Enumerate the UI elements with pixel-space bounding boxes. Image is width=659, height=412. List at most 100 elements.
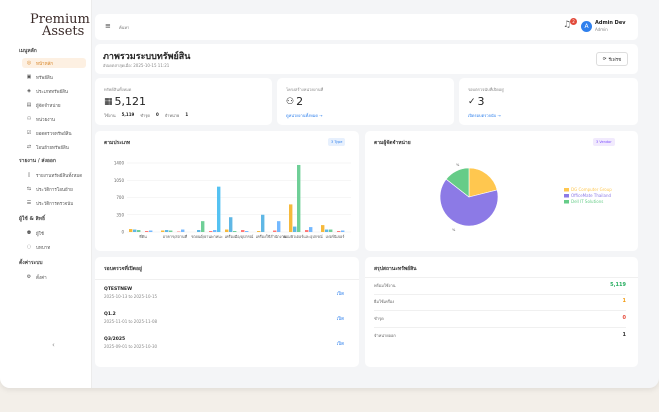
- inspection-dates: 2025-10-13 to 2025-10-15: [104, 294, 158, 299]
- bar: [165, 230, 169, 232]
- sidebar-item-label: ผู้ใช้: [36, 231, 44, 237]
- user-role: Admin: [595, 27, 608, 32]
- inspection-name: QTESTNEW: [104, 287, 133, 292]
- refresh-label: รีเฟรช: [608, 57, 622, 63]
- bar: [233, 231, 237, 232]
- summary-key: พร้อมใช้งาน: [374, 283, 396, 288]
- sidebar-item-inspections[interactable]: ☑ ยอดตรวจทรัพย์สิน: [22, 128, 86, 138]
- stat-label: โครงสร้างหน่วยงานที่: [286, 87, 324, 92]
- detail-value: 0: [155, 112, 159, 117]
- sidebar-item-transfer-history[interactable]: ⇆ ประวัติการโอนย้าย: [22, 184, 86, 194]
- stat-number: 5,121: [114, 95, 147, 108]
- page-subtitle: อัปเดตล่าสุดเมื่อ: 2025-10-15 11:21: [103, 63, 170, 68]
- open-inspection-button[interactable]: เปิด: [337, 340, 344, 347]
- bar: [241, 230, 245, 232]
- stat-label: ทรัพย์สินทั้งหมด: [104, 87, 132, 92]
- open-inspection-button[interactable]: เปิด: [337, 315, 344, 322]
- bar: [197, 230, 201, 232]
- sidebar-item-asset-types[interactable]: ◈ ประเภททรัพย์สิน: [22, 86, 86, 96]
- summary-row: ยืมใช้เครื่อง 1: [374, 298, 626, 308]
- refresh-button[interactable]: ⟳ รีเฟรช: [596, 52, 628, 66]
- sidebar-item-label: หน้าหลัก: [36, 61, 54, 67]
- summary-value: 1: [622, 332, 626, 338]
- sidebar-item-vendors[interactable]: ▤ ผู้จัดจำหน่าย: [22, 100, 86, 110]
- bar: [257, 231, 261, 232]
- open-inspection-link[interactable]: เปิดรอบตรวจนับ →: [468, 112, 501, 119]
- sidebar-item-dashboard[interactable]: ◎ หน้าหลัก: [22, 58, 86, 68]
- legend-swatch: [564, 194, 569, 198]
- sidebar-item-departments[interactable]: ⚇ หน่วยงาน: [22, 114, 86, 124]
- detail-value: 5,119: [121, 112, 135, 117]
- detail-key: ชำรุด: [140, 113, 150, 118]
- bar: [217, 186, 221, 232]
- bar: [305, 230, 309, 232]
- inspections-title: รอบตรวจที่เปิดอยู่: [104, 266, 142, 272]
- sidebar-item-assets[interactable]: ▣ ทรัพย์สิน: [22, 72, 86, 82]
- bar: [321, 225, 325, 232]
- sidebar-item-label: หน่วยงาน: [36, 117, 56, 123]
- inspection-dates: 2025-11-01 to 2025-11-08: [104, 319, 158, 324]
- legend-label: Dell IT Solutions: [571, 199, 603, 204]
- collapse-sidebar-button[interactable]: ‹: [52, 341, 55, 349]
- bar: [161, 230, 165, 232]
- menu-toggle-icon[interactable]: ≡: [105, 22, 111, 30]
- bar: [201, 221, 205, 232]
- bar: [297, 164, 301, 232]
- org-icon: ⚇: [286, 96, 295, 107]
- summary-row: ชำรุด 0: [374, 315, 626, 325]
- chart-card-by-vendor: ตามผู้จัดจำหน่าย 3 Vendor %% DG Computer …: [365, 131, 638, 251]
- bar: [133, 229, 137, 232]
- app-window: Premium Assets เมนูหลัก ◎ หน้าหลัก ▣ ทรัพย…: [0, 0, 659, 388]
- divider: [95, 279, 359, 280]
- sidebar-item-label: ประวัติการตรวจนับ: [36, 201, 74, 207]
- summary-row: จำหน่ายออก 1: [374, 332, 626, 342]
- bar: [293, 226, 297, 232]
- bar: [225, 229, 229, 232]
- slice-label: %: [452, 228, 456, 232]
- notification-badge: 2: [570, 18, 577, 25]
- stat-detail: ใช้งาน 5,119 ชำรุด 0 จำหน่าย 1: [104, 112, 188, 119]
- x-tick-label: เครื่องใช้สำนักงาน: [256, 234, 287, 239]
- org-icon: ⚇: [26, 116, 32, 122]
- brand-logo[interactable]: Premium Assets: [30, 13, 92, 39]
- gear-icon: ⚙: [26, 274, 32, 280]
- user-name[interactable]: Admin Dev: [595, 20, 625, 26]
- stat-card-departments: โครงสร้างหน่วยงานที่ ⚇ 2 ดูหน่วยงานทั้งหม…: [277, 78, 454, 125]
- sidebar-item-label: รายงานทรัพย์สินทั้งหมด: [36, 173, 83, 179]
- sidebar-item-settings[interactable]: ⚙ ตั้งค่า: [22, 272, 86, 282]
- sidebar-item-roles[interactable]: ◌ บทบาท: [22, 242, 86, 252]
- bar: [181, 229, 185, 232]
- dashboard-icon: ◎: [26, 60, 32, 66]
- x-tick-label: ที่ดิน: [139, 234, 147, 239]
- sidebar-item-users[interactable]: ⚉ ผู้ใช้: [22, 228, 86, 238]
- history-icon: ⇆: [26, 186, 32, 192]
- report-icon: ▯: [27, 172, 31, 178]
- page-header: ภาพรวมระบบทรัพย์สิน อัปเดตล่าสุดเมื่อ: 2…: [95, 44, 638, 74]
- legend-swatch: [564, 188, 569, 192]
- bar: [213, 230, 217, 232]
- nav-section-main: เมนูหลัก: [19, 48, 37, 54]
- check-circle-icon: ✓: [468, 96, 476, 107]
- sidebar-item-label: ประวัติการโอนย้าย: [36, 187, 73, 193]
- sidebar-item-label: ทรัพย์สิน: [36, 75, 53, 81]
- sidebar-item-label: ผู้จัดจำหน่าย: [36, 103, 61, 109]
- summary-key: ยืมใช้เครื่อง: [374, 299, 395, 304]
- summary-title: สรุปสถานะทรัพย์สิน: [374, 266, 417, 272]
- pie-chart: %% DG Computer GroupOfficeMate ThailandDe…: [439, 163, 612, 232]
- refresh-icon: ⟳: [602, 56, 607, 62]
- search-input[interactable]: ค้นหา: [119, 24, 129, 31]
- inspection-name: Q1.2: [104, 312, 116, 317]
- sidebar-item-report-all[interactable]: ▯ รายงานทรัพย์สินทั้งหมด: [22, 170, 86, 180]
- sidebar-item-count-history[interactable]: ☰ ประวัติการตรวจนับ: [22, 198, 86, 208]
- bar: [169, 230, 173, 232]
- nav-section-settings: ตั้งค่าระบบ: [19, 260, 43, 266]
- sidebar-item-transfers[interactable]: ⇄ โอนย้ายทรัพย์สิน: [22, 142, 86, 152]
- summary-value: 5,119: [610, 282, 626, 288]
- divider: [374, 327, 626, 328]
- avatar[interactable]: A: [581, 21, 592, 32]
- sidebar-item-label: โอนย้ายทรัพย์สิน: [36, 145, 69, 151]
- view-departments-link[interactable]: ดูหน่วยงานทั้งหมด →: [286, 112, 323, 119]
- stat-label: รอบตรวจนับที่เปิดอยู่: [468, 87, 504, 92]
- user-icon: ⚉: [26, 230, 32, 236]
- open-inspection-button[interactable]: เปิด: [337, 290, 344, 297]
